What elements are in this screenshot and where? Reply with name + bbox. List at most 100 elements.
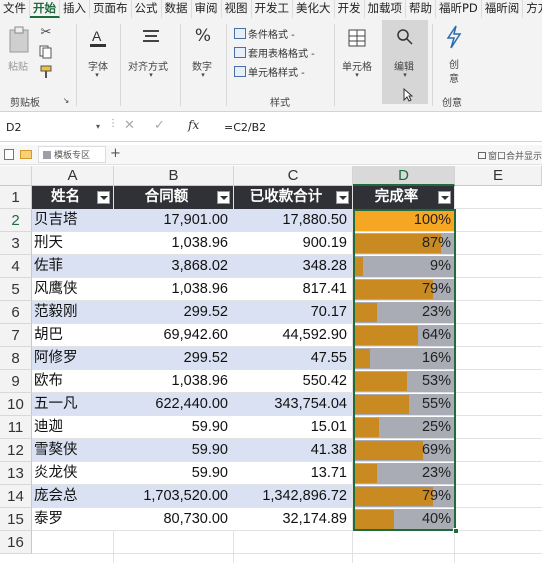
cell-received-total[interactable]: 343,754.04 [234,393,353,416]
tab-15[interactable]: 方方格 [523,0,542,18]
cell-contract-amount[interactable]: 299.52 [114,347,234,370]
row-header-4[interactable]: 4 [0,255,32,278]
chevron-down-icon[interactable]: ▾ [92,70,102,80]
cell-contract-amount[interactable]: 3,868.02 [114,255,234,278]
chevron-down-icon[interactable]: ▾ [352,70,362,80]
template-tab[interactable]: 模板专区 [38,146,106,163]
cell-received-total[interactable]: 1,342,896.72 [234,485,353,508]
font-icon[interactable]: A [88,26,108,50]
tab-10[interactable]: 开发 [335,0,365,18]
row-header-6[interactable]: 6 [0,301,32,324]
cell-name[interactable]: 风鹰侠 [34,278,114,301]
cell-contract-amount[interactable]: 299.52 [114,301,234,324]
paste-icon[interactable] [6,26,32,54]
cell-styles-button[interactable]: 单元格样式 - [234,64,305,79]
format-as-table-button[interactable]: 套用表格格式 - [234,45,315,60]
table-header-d[interactable]: 完成率 [353,186,454,209]
tab-1[interactable]: 开始 [30,0,60,18]
cell-received-total[interactable]: 44,592.90 [234,324,353,347]
filter-dropdown-icon[interactable] [336,191,349,204]
row-header-15[interactable]: 15 [0,508,32,531]
lightning-icon[interactable] [444,24,464,50]
cell-name[interactable]: 庞会总 [34,485,114,508]
cell-contract-amount[interactable]: 1,038.96 [114,232,234,255]
select-all-corner[interactable] [0,166,32,186]
row-header-9[interactable]: 9 [0,370,32,393]
cancel-icon[interactable]: ✕ [124,118,135,133]
table-header-c[interactable]: 已收款合计 [234,186,352,209]
copy-icon[interactable] [38,44,54,60]
cells-icon[interactable] [346,26,368,50]
confirm-icon[interactable]: ✓ [154,118,165,133]
row-header-2[interactable]: 2 [0,209,32,232]
row-header-14[interactable]: 14 [0,485,32,508]
cell-received-total[interactable]: 550.42 [234,370,353,393]
row-header-11[interactable]: 11 [0,416,32,439]
cell-name[interactable]: 佐菲 [34,255,114,278]
cell-received-total[interactable]: 17,880.50 [234,209,353,232]
table-header-a[interactable]: 姓名 [32,186,113,209]
cell-name[interactable]: 五一凡 [34,393,114,416]
paste-button-label[interactable]: 粘贴 [8,58,28,73]
filter-dropdown-icon[interactable] [217,191,230,204]
cell-received-total[interactable]: 348.28 [234,255,353,278]
column-header-D[interactable]: D [353,166,455,186]
row-header-8[interactable]: 8 [0,347,32,370]
cell-received-total[interactable]: 13.71 [234,462,353,485]
tab-4[interactable]: 公式 [132,0,162,18]
row-header-16[interactable]: 16 [0,531,32,554]
tab-8[interactable]: 开发工 [252,0,293,18]
tab-6[interactable]: 审阅 [192,0,222,18]
cell-received-total[interactable]: 32,174.89 [234,508,353,531]
cell-contract-amount[interactable]: 59.90 [114,439,234,462]
tab-3[interactable]: 页面布 [90,0,132,18]
column-header-A[interactable]: A [32,166,114,186]
dialog-launcher-icon[interactable]: ↘ [62,96,70,105]
align-icon[interactable] [140,26,162,48]
cell-received-total[interactable]: 15.01 [234,416,353,439]
name-box-dropdown-icon[interactable]: ▾ [96,122,100,131]
spreadsheet-grid[interactable]: A B C D E 1 2 3 4 5 6 7 8 9 10 11 12 13 14 15 16 姓名 合同额 已收款合计 完成… [0,166,542,563]
column-header-C[interactable]: C [234,166,353,186]
row-header-12[interactable]: 12 [0,439,32,462]
percent-icon[interactable]: % [192,24,214,48]
tab-12[interactable]: 帮助 [406,0,436,18]
row-header-1[interactable]: 1 [0,186,32,209]
chevron-down-icon[interactable]: ▾ [146,70,156,80]
tab-13[interactable]: 福昕PD [436,0,482,18]
merge-window-button[interactable]: 窗口合并显示 [478,149,542,162]
folder-icon[interactable] [20,150,32,159]
cell-contract-amount[interactable]: 622,440.00 [114,393,234,416]
tab-2[interactable]: 插入 [60,0,90,18]
filter-dropdown-icon[interactable] [97,191,110,204]
cell-name[interactable]: 贝吉塔 [34,209,114,232]
cell-name[interactable]: 泰罗 [34,508,114,531]
chevron-down-icon[interactable]: ▾ [198,70,208,80]
row-header-7[interactable]: 7 [0,324,32,347]
cell-contract-amount[interactable]: 1,703,520.00 [114,485,234,508]
tab-9[interactable]: 美化大 [293,0,335,18]
cell-name[interactable]: 阿修罗 [34,347,114,370]
row-header-5[interactable]: 5 [0,278,32,301]
table-header-b[interactable]: 合同额 [114,186,233,209]
idea-button-label-top[interactable]: 创 [449,56,459,71]
cell-contract-amount[interactable]: 17,901.00 [114,209,234,232]
cell-name[interactable]: 胡巴 [34,324,114,347]
new-file-icon[interactable] [4,149,14,160]
cell-name[interactable]: 雪獒侠 [34,439,114,462]
tab-5[interactable]: 数据 [162,0,192,18]
cell-name[interactable]: 刑天 [34,232,114,255]
cell-contract-amount[interactable]: 80,730.00 [114,508,234,531]
cell-name[interactable]: 范毅刚 [34,301,114,324]
row-header-10[interactable]: 10 [0,393,32,416]
add-tab-icon[interactable]: + [110,146,121,161]
cell-contract-amount[interactable]: 59.90 [114,416,234,439]
name-box[interactable]: D2 [4,118,96,138]
cut-icon[interactable]: ✂ [38,24,54,40]
fill-handle[interactable] [453,528,459,534]
column-header-E[interactable]: E [455,166,542,186]
filter-dropdown-icon[interactable] [438,191,451,204]
tab-14[interactable]: 福昕阅 [482,0,524,18]
cell-contract-amount[interactable]: 1,038.96 [114,370,234,393]
formula-input[interactable]: =C2/B2 [224,118,534,138]
